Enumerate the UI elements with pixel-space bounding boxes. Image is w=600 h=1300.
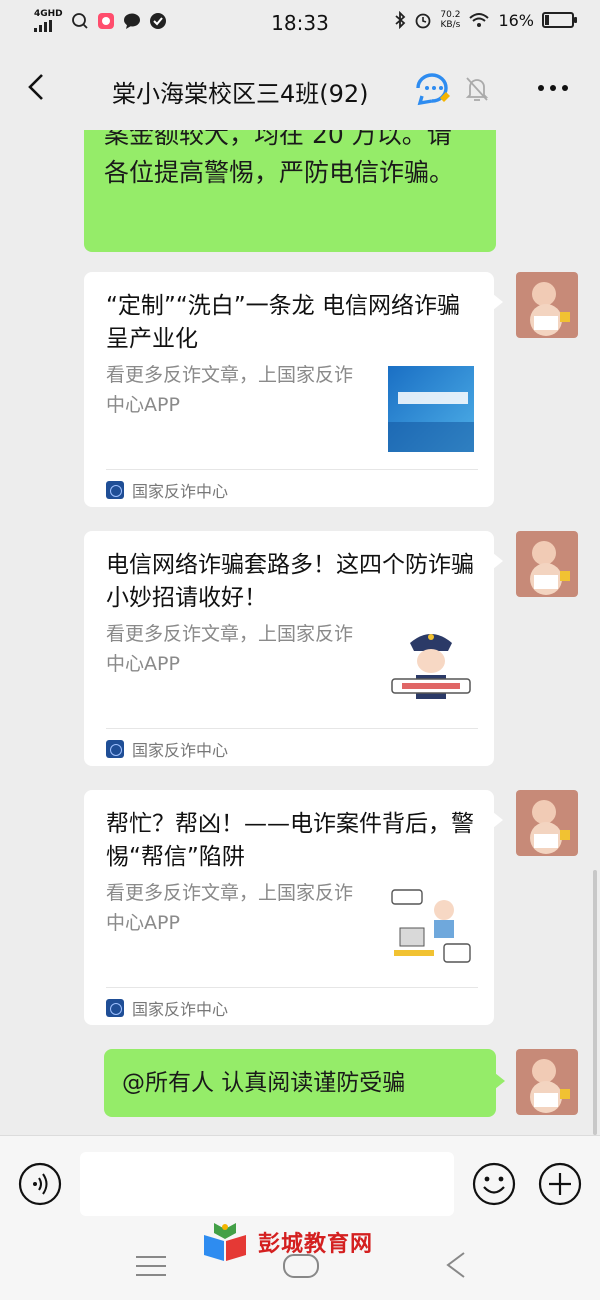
status-bar: 4GHD 18:33 70.2 KB/s 16%: [0, 0, 600, 46]
source-name: 国家反诈中心: [132, 1000, 229, 1019]
back-icon[interactable]: [22, 72, 52, 102]
colorful-chat-icon: [416, 73, 450, 106]
article-description: 看更多反诈文章，上国家反诈中心APP: [106, 623, 354, 675]
speed-value: 70.2: [440, 10, 461, 20]
book-logo-icon: [204, 1223, 246, 1261]
network-speed: 70.2 KB/s: [440, 10, 460, 30]
article-title: “定制”“洗白”一条龙 电信网络诈骗呈产业化: [106, 293, 460, 352]
message-list[interactable]: 案金额较大，均在 20 万以。请各位提高警惕，严防电信诈骗。 “定制”“洗白”一…: [0, 130, 600, 1135]
article-card[interactable]: 帮忙？帮凶！——电诈案件背后，警惕“帮信”陷阱 看更多反诈文章，上国家反诈中心A…: [84, 790, 503, 1025]
anti-fraud-center-icon: [106, 481, 124, 499]
anti-fraud-center-icon: [106, 740, 124, 758]
menu-nav-icon[interactable]: [134, 1253, 168, 1279]
cartoon-scene-thumbnail: [388, 884, 474, 970]
avatar[interactable]: [516, 790, 578, 856]
card-divider: [106, 469, 478, 470]
avatar[interactable]: [516, 272, 578, 338]
article-title: 电信网络诈骗套路多！这四个防诈骗小妙招请收好！: [106, 552, 474, 611]
alarm-icon: [415, 13, 431, 29]
status-right: 70.2 KB/s 16%: [394, 10, 577, 30]
article-source: 国家反诈中心: [106, 996, 228, 1020]
back-nav-icon[interactable]: [440, 1249, 474, 1281]
article-title: 帮忙？帮凶！——电诈案件背后，警惕“帮信”陷阱: [106, 811, 474, 870]
bluetooth-icon: [395, 11, 406, 29]
battery-percent: 16%: [498, 10, 534, 30]
avatar[interactable]: [516, 531, 578, 597]
avatar[interactable]: [516, 1049, 578, 1115]
message-bubble-text[interactable]: @所有人 认真阅读谨防受骗: [104, 1049, 505, 1117]
bank-card-thumbnail: [388, 366, 474, 452]
card-divider: [106, 987, 478, 988]
battery-fill: [545, 15, 550, 25]
message-input[interactable]: [80, 1152, 454, 1216]
chat-title: 棠小海棠校区三4班(92): [112, 80, 369, 108]
anti-fraud-center-icon: [106, 999, 124, 1017]
chat-header: 棠小海棠校区三4班(92): [0, 46, 600, 130]
plus-icon[interactable]: [538, 1162, 582, 1206]
article-source: 国家反诈中心: [106, 737, 228, 761]
more-icon[interactable]: [536, 80, 570, 96]
watermark-text: 彭城教育网: [258, 1232, 374, 1257]
article-description: 看更多反诈文章，上国家反诈中心APP: [106, 364, 354, 416]
article-source: 国家反诈中心: [106, 478, 228, 502]
message-bubble-text[interactable]: 案金额较大，均在 20 万以。请各位提高警惕，严防电信诈骗。: [84, 130, 496, 252]
battery-icon: [542, 12, 577, 28]
voice-icon[interactable]: [18, 1162, 62, 1206]
emoji-icon[interactable]: [472, 1162, 516, 1206]
bell-muted-icon: [465, 77, 489, 101]
card-divider: [106, 728, 478, 729]
input-bar: [0, 1135, 600, 1233]
source-name: 国家反诈中心: [132, 482, 229, 501]
scrollbar[interactable]: [593, 870, 597, 1135]
speed-unit: KB/s: [440, 20, 461, 30]
wifi-icon: [469, 13, 490, 27]
article-description: 看更多反诈文章，上国家反诈中心APP: [106, 882, 354, 934]
source-name: 国家反诈中心: [132, 741, 229, 760]
police-officer-thumbnail: [388, 625, 474, 711]
watermark: 彭城教育网: [200, 1221, 373, 1263]
article-card[interactable]: “定制”“洗白”一条龙 电信网络诈骗呈产业化 看更多反诈文章，上国家反诈中心AP…: [84, 272, 503, 507]
article-card[interactable]: 电信网络诈骗套路多！这四个防诈骗小妙招请收好！ 看更多反诈文章，上国家反诈中心A…: [84, 531, 503, 766]
